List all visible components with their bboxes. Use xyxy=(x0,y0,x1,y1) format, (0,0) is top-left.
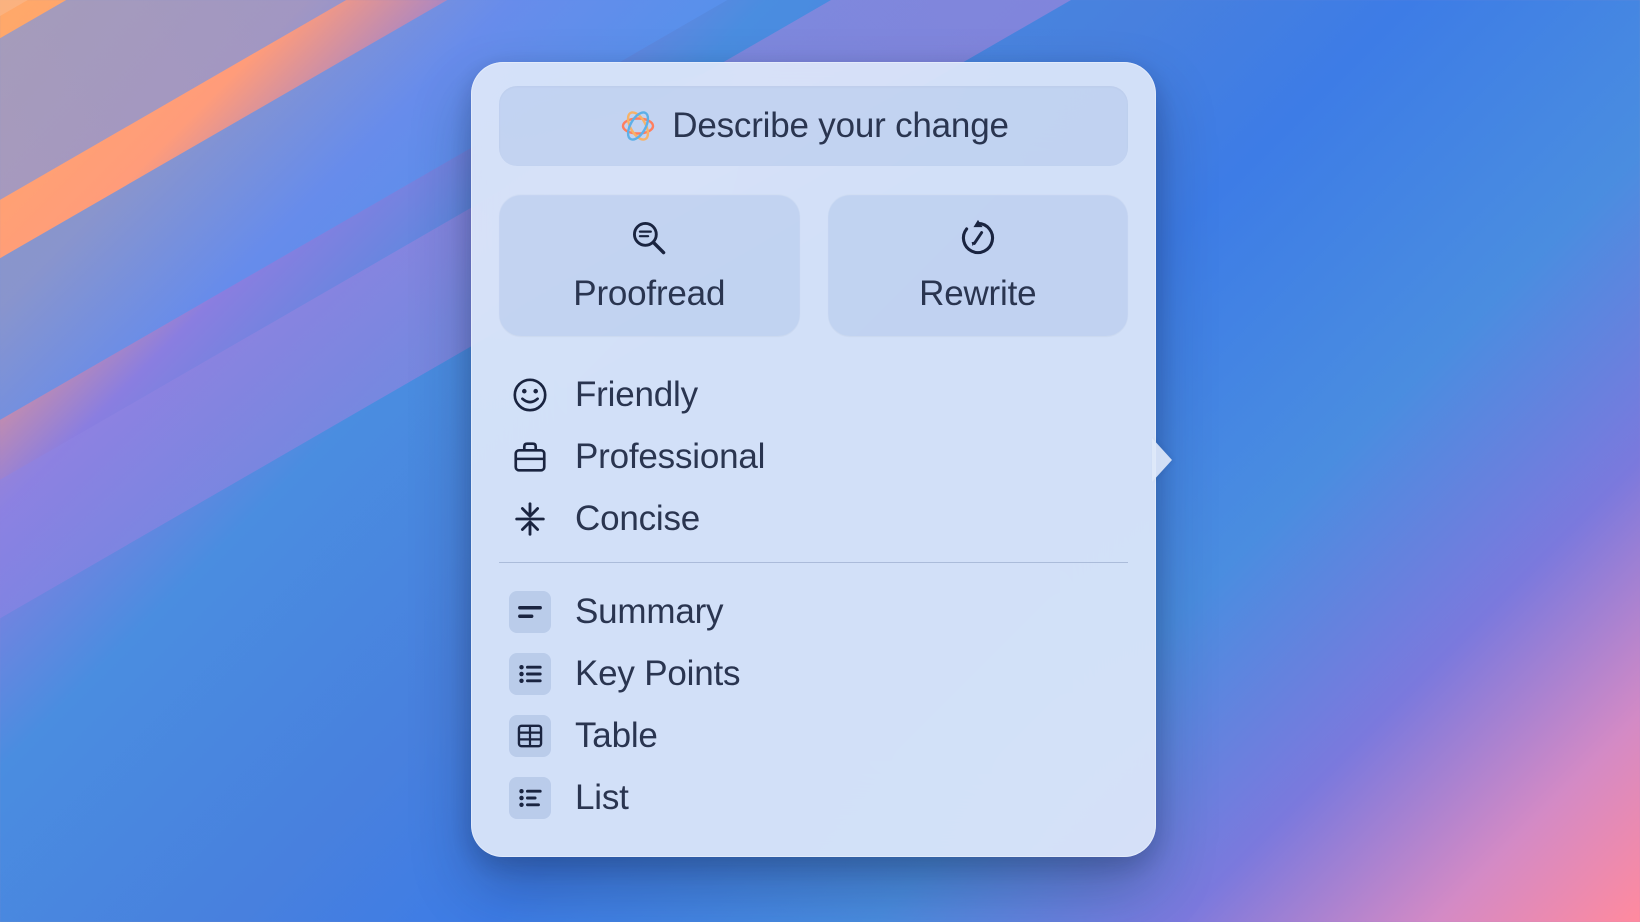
table-icon xyxy=(509,715,551,757)
proofread-magnifier-icon xyxy=(629,218,669,258)
format-section: Summary Key Points xyxy=(499,577,1128,829)
menu-item-professional[interactable]: Professional xyxy=(505,426,1126,488)
apple-intelligence-icon xyxy=(618,106,658,146)
tone-section: Friendly Professional xyxy=(499,360,1128,550)
menu-label: Concise xyxy=(575,499,700,539)
menu-label: Summary xyxy=(575,592,723,632)
rewrite-label: Rewrite xyxy=(919,274,1036,314)
list-icon xyxy=(509,777,551,819)
menu-label: Professional xyxy=(575,437,765,477)
menu-item-list[interactable]: List xyxy=(505,767,1126,829)
menu-item-concise[interactable]: Concise xyxy=(505,488,1126,550)
menu-label: Friendly xyxy=(575,375,698,415)
input-placeholder-text: Describe your change xyxy=(672,106,1008,146)
rewrite-button[interactable]: Rewrite xyxy=(828,194,1129,336)
rewrite-cycle-icon xyxy=(958,218,998,258)
summary-icon xyxy=(509,591,551,633)
proofread-label: Proofread xyxy=(573,274,725,314)
menu-item-friendly[interactable]: Friendly xyxy=(505,364,1126,426)
smiley-icon xyxy=(509,374,551,416)
compress-icon xyxy=(509,498,551,540)
menu-item-keypoints[interactable]: Key Points xyxy=(505,643,1126,705)
menu-label: List xyxy=(575,778,629,818)
menu-item-summary[interactable]: Summary xyxy=(505,581,1126,643)
menu-item-table[interactable]: Table xyxy=(505,705,1126,767)
menu-label: Key Points xyxy=(575,654,740,694)
menu-label: Table xyxy=(575,716,658,756)
proofread-button[interactable]: Proofread xyxy=(499,194,800,336)
keypoints-icon xyxy=(509,653,551,695)
writing-tools-popover: Describe your change Proofread xyxy=(471,62,1156,857)
menu-divider xyxy=(499,562,1128,563)
describe-change-input[interactable]: Describe your change xyxy=(499,86,1128,166)
briefcase-icon xyxy=(509,436,551,478)
